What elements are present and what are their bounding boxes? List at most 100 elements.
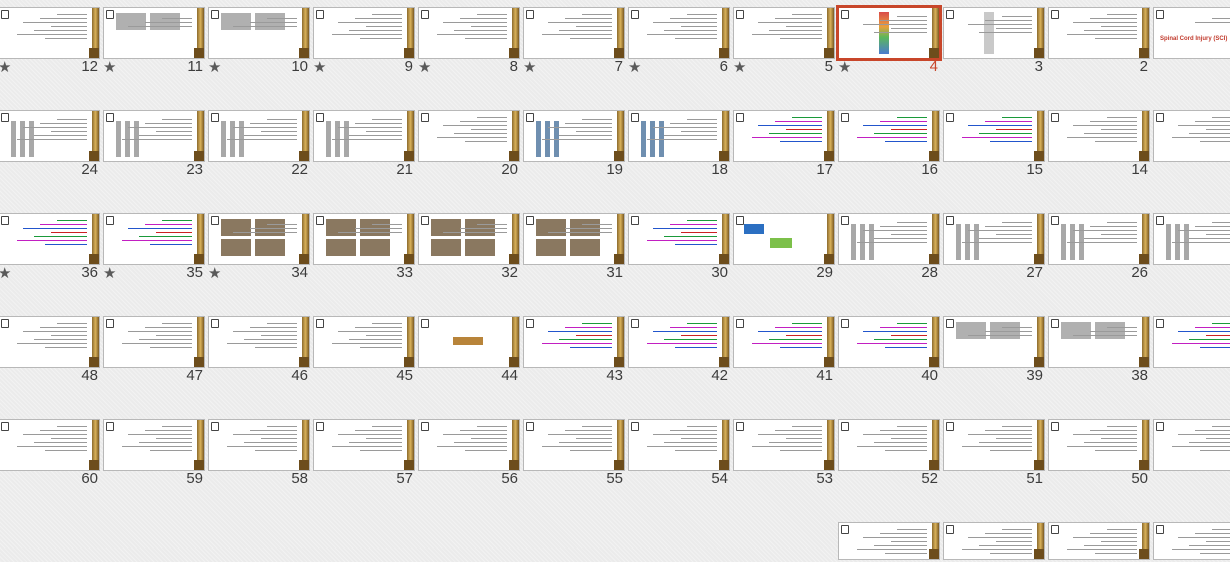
slide-thumbnail[interactable]	[943, 213, 1045, 265]
slide-tile[interactable]: 28	[838, 213, 942, 283]
slide-thumbnail[interactable]	[1153, 316, 1230, 368]
slide-tile[interactable]: ★ 7	[523, 7, 627, 77]
transition-star-icon[interactable]: ★	[838, 60, 851, 75]
slide-tile[interactable]: 18	[628, 110, 732, 180]
slide-tile[interactable]: ★ 10	[208, 7, 312, 77]
slide-thumbnail[interactable]	[943, 110, 1045, 162]
slide-thumbnail[interactable]	[628, 7, 730, 59]
slide-tile[interactable]: 31	[523, 213, 627, 283]
slide-thumbnail[interactable]	[838, 419, 940, 471]
transition-star-icon[interactable]: ★	[208, 266, 221, 281]
slide-thumbnail[interactable]	[103, 7, 205, 59]
slide-thumbnail[interactable]	[838, 110, 940, 162]
slide-tile[interactable]: 23	[103, 110, 207, 180]
slide-thumbnail[interactable]	[836, 5, 942, 61]
slide-tile[interactable]: 3	[943, 7, 1047, 77]
slide-thumbnail[interactable]	[313, 7, 415, 59]
slide-tile[interactable]: 60	[0, 419, 102, 489]
slide-thumbnail[interactable]	[943, 419, 1045, 471]
transition-star-icon[interactable]: ★	[313, 60, 326, 75]
slide-thumbnail[interactable]	[1153, 419, 1230, 471]
slide-tile[interactable]: 25	[1153, 213, 1230, 283]
slide-thumbnail[interactable]	[418, 316, 520, 368]
slide-tile[interactable]: 54	[628, 419, 732, 489]
slide-thumbnail[interactable]	[733, 316, 835, 368]
slide-tile[interactable]: 39	[943, 316, 1047, 386]
transition-star-icon[interactable]: ★	[0, 60, 11, 75]
slide-thumbnail[interactable]	[733, 7, 835, 59]
slide-thumbnail[interactable]	[943, 7, 1045, 59]
slide-thumbnail[interactable]	[1153, 110, 1230, 162]
slide-tile[interactable]: 56	[418, 419, 522, 489]
slide-tile[interactable]	[1153, 522, 1230, 562]
slide-tile[interactable]: 29	[733, 213, 837, 283]
slide-thumbnail[interactable]	[208, 110, 310, 162]
slide-tile[interactable]: ★ 5	[733, 7, 837, 77]
slide-tile[interactable]: 17	[733, 110, 837, 180]
slide-tile[interactable]: ★ 8	[418, 7, 522, 77]
slide-tile[interactable]: 26	[1048, 213, 1152, 283]
slide-tile[interactable]: 51	[943, 419, 1047, 489]
slide-thumbnail[interactable]	[418, 7, 520, 59]
slide-tile[interactable]: 59	[103, 419, 207, 489]
slide-thumbnail[interactable]	[313, 213, 415, 265]
slide-tile[interactable]: 15	[943, 110, 1047, 180]
slide-thumbnail[interactable]	[418, 213, 520, 265]
slide-tile[interactable]: 57	[313, 419, 417, 489]
slide-tile[interactable]: 44	[418, 316, 522, 386]
slide-tile[interactable]: 43	[523, 316, 627, 386]
slide-tile[interactable]: ★ 11	[103, 7, 207, 77]
slide-thumbnail[interactable]	[313, 419, 415, 471]
slide-tile[interactable]: 14	[1048, 110, 1152, 180]
slide-tile[interactable]: ★ 4	[836, 5, 942, 77]
slide-thumbnail[interactable]	[103, 419, 205, 471]
slide-thumbnail[interactable]	[208, 213, 310, 265]
transition-star-icon[interactable]: ★	[0, 266, 11, 281]
slide-thumbnail[interactable]	[1048, 419, 1150, 471]
slide-tile[interactable]: 22	[208, 110, 312, 180]
slide-thumbnail[interactable]	[103, 110, 205, 162]
slide-tile[interactable]: 24	[0, 110, 102, 180]
slide-thumbnail[interactable]	[523, 316, 625, 368]
slide-tile[interactable]: 45	[313, 316, 417, 386]
slide-tile[interactable]: ★ 36	[0, 213, 102, 283]
slide-tile[interactable]: 48	[0, 316, 102, 386]
slide-thumbnail[interactable]	[1048, 213, 1150, 265]
slide-tile[interactable]: ★ 34	[208, 213, 312, 283]
slide-thumbnail[interactable]	[208, 316, 310, 368]
slide-thumbnail[interactable]	[1048, 110, 1150, 162]
slide-tile[interactable]: ★ 6	[628, 7, 732, 77]
slide-tile[interactable]: 16	[838, 110, 942, 180]
slide-thumbnail[interactable]	[313, 110, 415, 162]
slide-thumbnail[interactable]	[943, 316, 1045, 368]
slide-thumbnail[interactable]	[0, 110, 100, 162]
slide-thumbnail[interactable]	[1153, 522, 1230, 560]
slide-tile[interactable]: 20	[418, 110, 522, 180]
slide-thumbnail[interactable]	[0, 7, 100, 59]
slide-tile[interactable]: 40	[838, 316, 942, 386]
transition-star-icon[interactable]: ★	[418, 60, 431, 75]
slide-tile[interactable]: 19	[523, 110, 627, 180]
slide-tile[interactable]	[838, 522, 942, 562]
slide-tile[interactable]: 32	[418, 213, 522, 283]
transition-star-icon[interactable]: ★	[523, 60, 536, 75]
slide-tile[interactable]: 58	[208, 419, 312, 489]
slide-tile[interactable]: Spinal Cord Injury (SCI)1	[1153, 7, 1230, 77]
slide-tile[interactable]: 52	[838, 419, 942, 489]
slide-tile[interactable]: 47	[103, 316, 207, 386]
slide-tile[interactable]: 13	[1153, 110, 1230, 180]
slide-tile[interactable]: 46	[208, 316, 312, 386]
slide-thumbnail[interactable]	[838, 316, 940, 368]
slide-thumbnail[interactable]	[628, 316, 730, 368]
slide-tile[interactable]: 30	[628, 213, 732, 283]
slide-thumbnail[interactable]: Spinal Cord Injury (SCI)	[1153, 7, 1230, 59]
slide-tile[interactable]: ★ 35	[103, 213, 207, 283]
slide-tile[interactable]: 2	[1048, 7, 1152, 77]
transition-star-icon[interactable]: ★	[628, 60, 641, 75]
slide-tile[interactable]: 53	[733, 419, 837, 489]
slide-thumbnail[interactable]	[0, 419, 100, 471]
transition-star-icon[interactable]: ★	[103, 60, 116, 75]
slide-thumbnail[interactable]	[733, 419, 835, 471]
slide-thumbnail[interactable]	[943, 522, 1045, 560]
transition-star-icon[interactable]: ★	[733, 60, 746, 75]
